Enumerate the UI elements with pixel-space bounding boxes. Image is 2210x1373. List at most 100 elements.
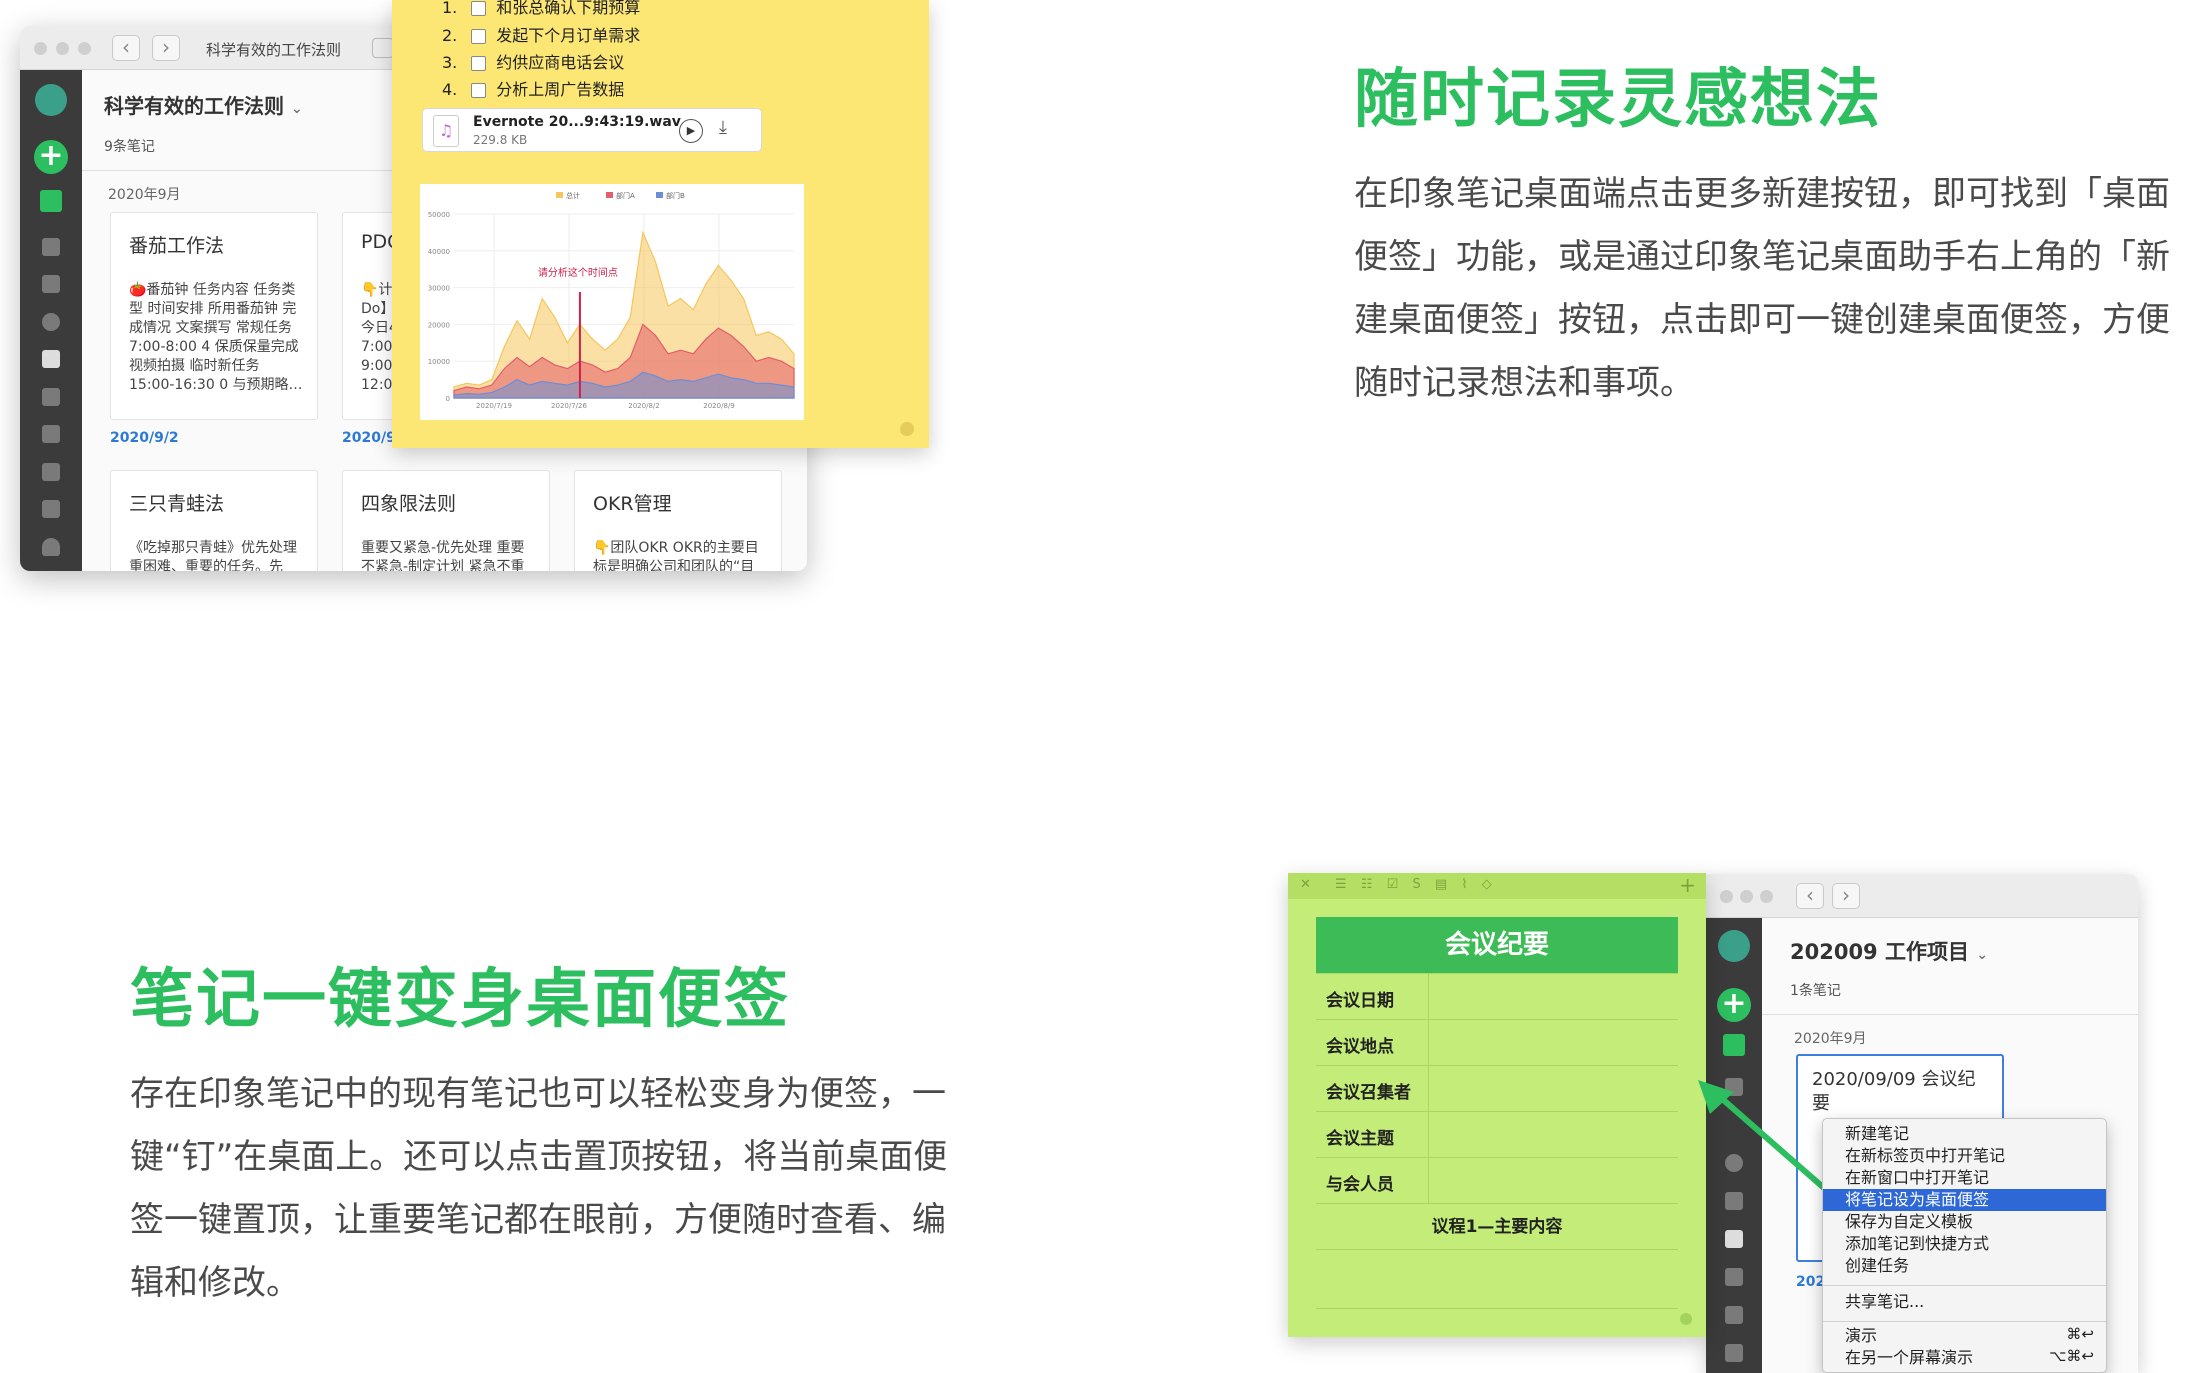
menu-item-share[interactable]: 共享笔记... <box>1845 1291 1924 1313</box>
note-card[interactable]: 番茄工作法 🍅番茄钟 任务内容 任务类型 时间安排 所用番茄钟 完成情况 文案撰… <box>110 212 318 420</box>
pin-icon[interactable]: ◇ <box>1482 877 1492 892</box>
new-note-icon[interactable]: + <box>1717 988 1751 1022</box>
todo-item[interactable]: 3. 约供应商电话会议 <box>442 49 624 73</box>
todo-checkbox[interactable] <box>471 56 487 71</box>
menu-item-save-template[interactable]: 保存为自定义模板 <box>1845 1211 1973 1233</box>
menu-item-open-window[interactable]: 在新窗口中打开笔记 <box>1845 1167 1989 1189</box>
notes-icon[interactable] <box>42 350 60 368</box>
menu-item-add-shortcut[interactable]: 添加笔记到快捷方式 <box>1845 1233 1989 1255</box>
note-title: 三只青蛙法 <box>129 493 225 515</box>
context-menu: 新建笔记 在新标签页中打开笔记 在新窗口中打开笔记 将笔记设为桌面便签 保存为自… <box>1822 1118 2107 1373</box>
menu-item-new-note[interactable]: 新建笔记 <box>1845 1123 1909 1145</box>
section2-paragraph: 存在印象笔记中的现有笔记也可以轻松变身为便签，一 键“钉”在桌面上。还可以点击置… <box>130 1063 990 1315</box>
evernote-logo-icon <box>1680 1313 1692 1325</box>
chevron-down-icon: ⌄ <box>1976 947 1989 963</box>
todo-item[interactable]: 1. 和张总确认下期预算 <box>442 0 640 18</box>
todo-item[interactable]: 2. 发起下个月订单需求 <box>442 22 640 46</box>
audio-file-icon: ♫ <box>433 115 459 147</box>
row-label: 会议召集者 <box>1326 1083 1411 1103</box>
checkbox-icon[interactable]: ☑ <box>1387 877 1399 892</box>
y-tick-label: 50000 <box>428 211 450 219</box>
note-card[interactable]: 四象限法则 重要又紧急-优先处理 重要不紧急-制定计划 紧急不重 <box>342 470 550 571</box>
todo-checkbox[interactable] <box>471 29 487 44</box>
numbered-list-icon[interactable]: ☷ <box>1361 877 1373 892</box>
menu-item-present-other[interactable]: 在另一个屏幕演示 <box>1845 1347 1973 1369</box>
notebook-title[interactable]: 科学有效的工作法则 ⌄ <box>104 90 303 119</box>
list-icon[interactable]: ☰ <box>1335 877 1347 892</box>
todo-checkbox[interactable] <box>471 1 487 16</box>
shared-icon[interactable] <box>42 463 60 481</box>
divider <box>1428 1112 1429 1158</box>
notes-icon[interactable] <box>1725 1230 1743 1248</box>
avatar[interactable] <box>35 84 67 116</box>
notebook-title[interactable]: 202009 工作项目 ⌄ <box>1790 936 1988 966</box>
legend-swatch <box>606 192 613 198</box>
minimize-dot[interactable] <box>56 42 69 55</box>
para-line: 签一键置顶，让重要笔记都在眼前，方便随时查看、编 <box>130 1200 946 1240</box>
table-header: 会议纪要 <box>1316 917 1678 973</box>
tag-icon[interactable] <box>1725 1306 1743 1324</box>
legend-label: 总计 <box>566 191 580 200</box>
table-icon[interactable]: ▤ <box>1435 877 1447 892</box>
sticky-note-icon[interactable] <box>40 190 62 212</box>
forward-button[interactable]: › <box>152 35 180 61</box>
notebook-icon[interactable] <box>1725 1268 1743 1286</box>
meeting-sticky-note: ✕ ☰ ☷ ☑ S ▤ ⌇ ◇ + 会议纪要 会议日期 会议地点 会议召集者 会… <box>1288 873 1706 1337</box>
play-icon[interactable]: ▶ <box>679 119 703 143</box>
note-card[interactable]: 三只青蛙法 《吃掉那只青蛙》优先处理重困难、重要的任务。先 <box>110 470 318 571</box>
forward-button[interactable]: › <box>1832 883 1860 909</box>
table-row[interactable]: 与会人员 <box>1316 1157 1678 1204</box>
para-line: 辑和修改。 <box>130 1263 300 1303</box>
menu-item-set-sticky[interactable]: 将笔记设为桌面便签 <box>1823 1189 2106 1211</box>
avatar[interactable] <box>1718 930 1750 962</box>
table-row[interactable]: 会议召集者 <box>1316 1065 1678 1112</box>
download-icon[interactable]: ⤓ <box>719 117 727 138</box>
y-tick-label: 0 <box>446 395 450 403</box>
star-icon[interactable] <box>42 275 60 293</box>
menu-item-create-task[interactable]: 创建任务 <box>1845 1255 1909 1277</box>
menu-item-open-tab[interactable]: 在新标签页中打开笔记 <box>1845 1145 2005 1167</box>
tag-icon[interactable] <box>42 425 60 443</box>
sticky-note-icon[interactable] <box>1723 1034 1745 1056</box>
sync-icon[interactable] <box>372 38 394 58</box>
table-row[interactable]: 会议地点 <box>1316 1019 1678 1066</box>
minimize-dot[interactable] <box>1740 890 1753 903</box>
todo-text: 发起下个月订单需求 <box>496 26 641 45</box>
agenda-row[interactable]: 议程1—主要内容 <box>1316 1203 1678 1249</box>
zoom-dot[interactable] <box>1760 890 1773 903</box>
note-card[interactable]: OKR管理 👇团队OKR OKR的主要目标是明确公司和团队的“目 <box>574 470 782 571</box>
back-button[interactable]: ‹ <box>1796 883 1824 909</box>
agenda-label: 议程1—主要内容 <box>1431 1217 1563 1237</box>
check-icon[interactable] <box>42 313 60 331</box>
agenda-content[interactable] <box>1316 1249 1678 1309</box>
legend-label: 部门B <box>666 191 685 200</box>
todo-item[interactable]: 4. 分析上周广告数据 <box>442 76 624 100</box>
strikethrough-icon[interactable]: S <box>1412 877 1420 892</box>
shared-icon[interactable] <box>1725 1344 1743 1362</box>
account-icon[interactable] <box>42 538 60 556</box>
zoom-dot[interactable] <box>78 42 91 55</box>
trash-icon[interactable] <box>42 500 60 518</box>
grid-icon[interactable] <box>42 238 60 256</box>
back-button[interactable]: ‹ <box>112 35 140 61</box>
section1-heading: 随时记录灵感想法 <box>1354 63 1882 137</box>
close-dot[interactable] <box>34 42 47 55</box>
note-date: 2020/9 <box>342 430 396 446</box>
sidebar: + <box>20 70 82 571</box>
close-dot[interactable] <box>1720 890 1733 903</box>
table-row[interactable]: 会议主题 <box>1316 1111 1678 1158</box>
todo-checkbox[interactable] <box>471 83 487 98</box>
add-sticky-icon[interactable]: + <box>1679 873 1696 897</box>
close-icon[interactable]: ✕ <box>1300 877 1311 892</box>
new-note-icon[interactable]: + <box>34 140 68 174</box>
para-line: 存在印象笔记中的现有笔记也可以轻松变身为便签，一 <box>130 1074 946 1114</box>
table-row[interactable]: 会议日期 <box>1316 973 1678 1020</box>
row-label: 会议日期 <box>1326 991 1394 1011</box>
audio-attachment[interactable]: ♫ Evernote 20...9:43:19.wav 229.8 KB ▶ ⤓ <box>422 108 762 152</box>
notebook-icon[interactable] <box>42 388 60 406</box>
todo-text: 和张总确认下期预算 <box>496 0 641 17</box>
note-count: 9条笔记 <box>104 139 155 155</box>
attach-icon[interactable]: ⌇ <box>1461 877 1467 892</box>
todo-text: 约供应商电话会议 <box>496 53 625 72</box>
menu-item-present[interactable]: 演示 <box>1845 1325 1877 1347</box>
